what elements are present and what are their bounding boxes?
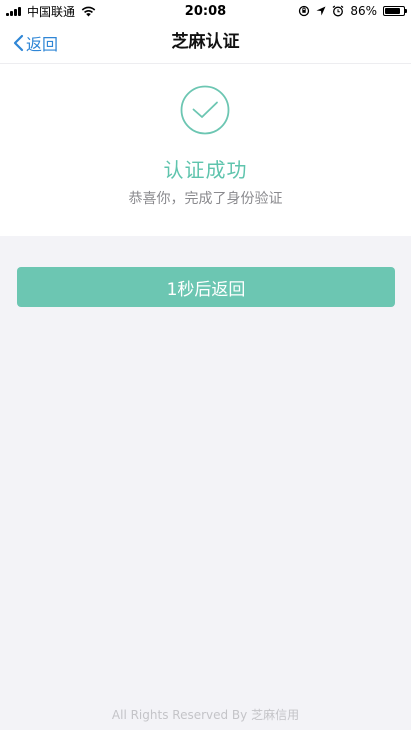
alarm-icon bbox=[332, 5, 344, 17]
battery-icon bbox=[383, 6, 407, 16]
battery-level-fill bbox=[385, 8, 401, 14]
nav-bar: 返回 芝麻认证 bbox=[0, 22, 411, 64]
back-button[interactable]: 返回 bbox=[12, 22, 58, 63]
status-time: 20:08 bbox=[184, 3, 227, 19]
location-arrow-icon bbox=[316, 6, 326, 16]
orientation-lock-icon bbox=[299, 5, 310, 17]
return-button[interactable]: 1秒后返回 bbox=[17, 267, 395, 307]
status-bar-left: 中国联通 bbox=[6, 3, 96, 20]
back-button-label: 返回 bbox=[26, 34, 59, 54]
signal-bars-icon bbox=[6, 6, 21, 16]
page-title: 芝麻认证 bbox=[171, 32, 240, 52]
return-button-label: 1秒后返回 bbox=[166, 279, 246, 300]
status-bar-right: 86% bbox=[298, 4, 407, 18]
footer-copyright: All Rights Reserved By 芝麻信用 bbox=[111, 708, 300, 722]
check-circle-icon bbox=[180, 85, 230, 135]
success-title: 认证成功 bbox=[163, 158, 248, 182]
battery-percent: 86% bbox=[350, 4, 377, 18]
status-bar: 中国联通 20:08 86% bbox=[0, 0, 411, 22]
carrier-label: 中国联通 bbox=[27, 4, 76, 19]
wifi-icon bbox=[81, 6, 96, 16]
success-panel: 认证成功 恭喜你，完成了身份验证 bbox=[0, 64, 411, 236]
chevron-left-icon bbox=[13, 34, 24, 51]
success-subtitle: 恭喜你，完成了身份验证 bbox=[128, 191, 283, 207]
